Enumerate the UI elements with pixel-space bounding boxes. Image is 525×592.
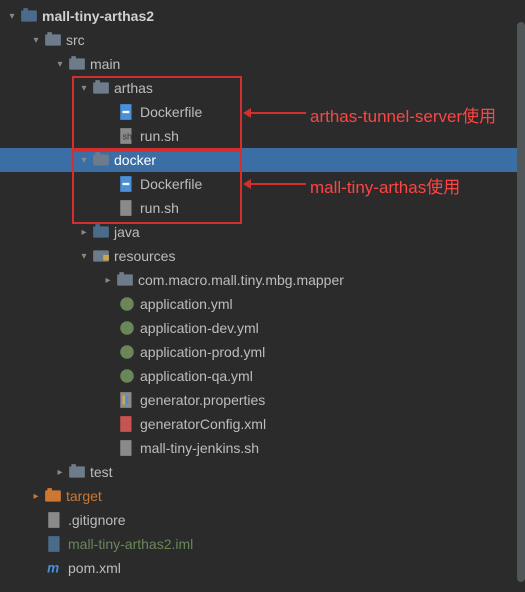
tree-node-jenkinssh[interactable]: mall-tiny-jenkins.sh xyxy=(0,436,525,460)
resource-folder-icon xyxy=(92,247,110,265)
expand-icon[interactable] xyxy=(76,152,92,168)
expand-icon[interactable] xyxy=(52,464,68,480)
node-label: pom.xml xyxy=(68,560,121,576)
tree-node-runsh2[interactable]: run.sh xyxy=(0,196,525,220)
dockerfile-icon xyxy=(118,175,136,193)
annotation-arrow xyxy=(246,112,306,114)
expand-icon[interactable] xyxy=(52,56,68,72)
tree-node-java[interactable]: java xyxy=(0,220,525,244)
folder-icon xyxy=(116,271,134,289)
tree-node-test[interactable]: test xyxy=(0,460,525,484)
tree-node-src[interactable]: src xyxy=(0,28,525,52)
svg-text:m: m xyxy=(47,561,59,576)
node-label: resources xyxy=(114,248,175,264)
tree-node-runsh[interactable]: sh run.sh xyxy=(0,124,525,148)
tree-node-appqa[interactable]: application-qa.yml xyxy=(0,364,525,388)
tree-node-resources[interactable]: resources xyxy=(0,244,525,268)
xml-icon xyxy=(118,415,136,433)
module-icon xyxy=(20,7,38,25)
node-label: run.sh xyxy=(140,200,179,216)
dockerfile-icon xyxy=(118,103,136,121)
folder-icon xyxy=(92,79,110,97)
tree-node-package[interactable]: com.macro.mall.tiny.mbg.mapper xyxy=(0,268,525,292)
annotation-text: mall-tiny-arthas使用 xyxy=(310,173,460,198)
node-label: generator.properties xyxy=(140,392,265,408)
properties-icon xyxy=(118,391,136,409)
yaml-icon xyxy=(118,367,136,385)
node-label: arthas xyxy=(114,80,153,96)
node-label: mall-tiny-jenkins.sh xyxy=(140,440,259,456)
node-label: generatorConfig.xml xyxy=(140,416,266,432)
tree-node-appyml[interactable]: application.yml xyxy=(0,292,525,316)
tree-node-genconfig[interactable]: generatorConfig.xml xyxy=(0,412,525,436)
node-label: run.sh xyxy=(140,128,179,144)
yaml-icon xyxy=(118,343,136,361)
expand-icon[interactable] xyxy=(76,248,92,264)
shell-icon: sh xyxy=(118,127,136,145)
node-label: mall-tiny-arthas2.iml xyxy=(68,536,193,552)
node-label: Dockerfile xyxy=(140,176,202,192)
tree-node-pom[interactable]: m pom.xml xyxy=(0,556,525,580)
iml-icon xyxy=(46,535,64,553)
expand-icon[interactable] xyxy=(4,8,20,24)
node-label: .gitignore xyxy=(68,512,126,528)
node-label: application-prod.yml xyxy=(140,344,265,360)
tree-node-target[interactable]: target xyxy=(0,484,525,508)
node-label: main xyxy=(90,56,120,72)
folder-icon xyxy=(44,31,62,49)
tree-node-genprops[interactable]: generator.properties xyxy=(0,388,525,412)
folder-icon xyxy=(68,55,86,73)
tree-node-docker[interactable]: docker xyxy=(0,148,525,172)
maven-icon: m xyxy=(46,559,64,577)
node-label: application.yml xyxy=(140,296,233,312)
expand-icon[interactable] xyxy=(76,224,92,240)
node-label: docker xyxy=(114,152,156,168)
node-label: com.macro.mall.tiny.mbg.mapper xyxy=(138,272,344,288)
tree-node-gitignore[interactable]: .gitignore xyxy=(0,508,525,532)
expand-icon[interactable] xyxy=(28,488,44,504)
tree-node-root[interactable]: mall-tiny-arthas2 xyxy=(0,4,525,28)
node-label: src xyxy=(66,32,85,48)
folder-icon xyxy=(68,463,86,481)
node-label: target xyxy=(66,488,102,504)
node-label: mall-tiny-arthas2 xyxy=(42,8,154,24)
yaml-icon xyxy=(118,295,136,313)
expand-icon[interactable] xyxy=(28,32,44,48)
source-folder-icon xyxy=(92,223,110,241)
expand-icon[interactable] xyxy=(76,80,92,96)
project-tree[interactable]: mall-tiny-arthas2 src main arthas Docker… xyxy=(0,0,525,580)
tree-node-arthas[interactable]: arthas xyxy=(0,76,525,100)
shell-icon xyxy=(118,199,136,217)
node-label: Dockerfile xyxy=(140,104,202,120)
scrollbar[interactable] xyxy=(517,22,525,582)
expand-icon[interactable] xyxy=(100,272,116,288)
svg-text:sh: sh xyxy=(123,131,133,141)
shell-icon xyxy=(118,439,136,457)
annotation-arrow xyxy=(246,183,306,185)
node-label: application-dev.yml xyxy=(140,320,259,336)
tree-node-iml[interactable]: mall-tiny-arthas2.iml xyxy=(0,532,525,556)
folder-icon xyxy=(44,487,62,505)
tree-node-appdev[interactable]: application-dev.yml xyxy=(0,316,525,340)
tree-node-main[interactable]: main xyxy=(0,52,525,76)
gitignore-icon xyxy=(46,511,64,529)
node-label: java xyxy=(114,224,140,240)
tree-node-appprod[interactable]: application-prod.yml xyxy=(0,340,525,364)
folder-icon xyxy=(92,151,110,169)
node-label: test xyxy=(90,464,113,480)
yaml-icon xyxy=(118,319,136,337)
node-label: application-qa.yml xyxy=(140,368,253,384)
annotation-text: arthas-tunnel-server使用 xyxy=(310,102,496,127)
